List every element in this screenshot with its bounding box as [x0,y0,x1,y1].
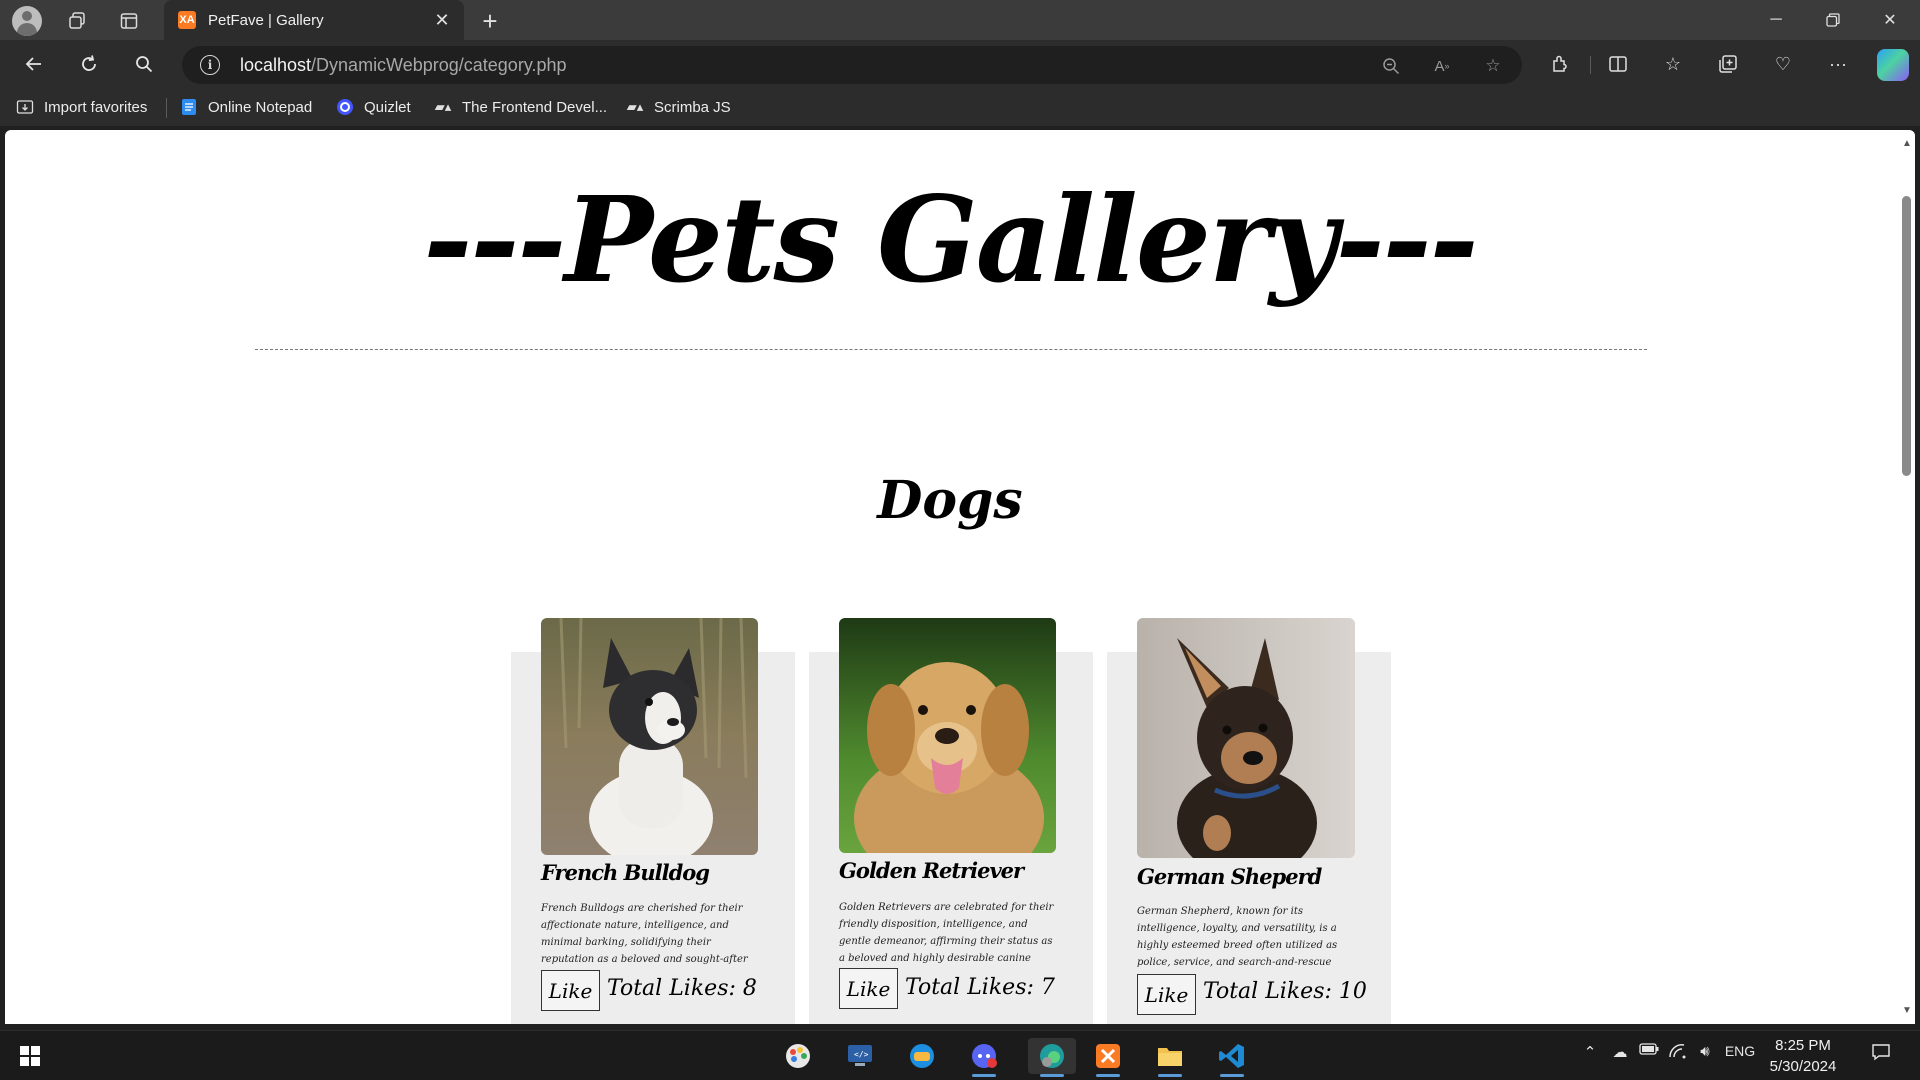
address-bar[interactable]: i localhost/DynamicWebprog/category.php … [182,46,1522,84]
profile-avatar[interactable] [12,6,42,36]
tab-actions-icon[interactable] [114,6,144,36]
favorites-icon[interactable]: ☆ [1657,48,1689,80]
navigation-bar: i localhost/DynamicWebprog/category.php … [0,40,1920,88]
favorite-online-notepad[interactable]: Online Notepad [180,96,312,118]
import-icon [16,98,34,116]
system-clock[interactable]: 8:25 PM 5/30/2024 [1758,1035,1848,1077]
favorite-scrimba-js[interactable]: ▰▴ Scrimba JS [626,96,731,118]
toolbar-divider [1590,56,1591,74]
discord-app-icon[interactable] [966,1038,1002,1077]
clock-date: 5/30/2024 [1769,1058,1837,1075]
pet-name: French Bulldog [541,860,710,885]
language-indicator[interactable]: ENG [1720,1043,1760,1059]
new-tab-button[interactable]: + [474,5,506,37]
url-text[interactable]: localhost/DynamicWebprog/category.php [240,55,567,76]
category-heading: Dogs [877,470,1023,531]
back-button[interactable] [18,48,50,80]
notifications-icon[interactable] [1866,1043,1896,1061]
svg-text:</>: </> [854,1050,869,1059]
like-button[interactable]: Like [839,968,898,1009]
xampp-favicon-icon: XA [178,11,196,29]
wifi-icon[interactable] [1664,1043,1690,1059]
running-indicator [1040,1074,1064,1077]
favorites-bar: Import favorites Online Notepad Quizlet … [0,88,1920,126]
clock-time: 8:25 PM [1775,1037,1831,1054]
favorite-star-icon[interactable]: ☆ [1480,53,1506,79]
browser-essentials-icon[interactable]: ♡ [1767,48,1799,80]
scroll-thumb[interactable] [1902,196,1911,476]
running-indicator [972,1074,996,1077]
running-indicator [1096,1074,1120,1077]
favorites-divider [166,98,167,118]
url-host: localhost [240,55,312,75]
favorite-frontend-developer[interactable]: ▰▴ The Frontend Devel... [434,96,607,118]
minimize-button[interactable]: ─ [1748,0,1804,40]
zoom-out-icon[interactable] [1378,53,1404,79]
favorite-label: Online Notepad [208,98,313,116]
site-info-icon[interactable]: i [200,55,220,75]
collections-icon[interactable] [1712,48,1744,80]
scroll-down-arrow-icon[interactable]: ▼ [1902,1005,1912,1016]
scrimba-icon: ▰▴ [434,99,452,114]
favorite-label: The Frontend Devel... [462,98,608,116]
browser-titlebar: XA PetFave | Gallery ✕ + ─ ✕ [0,0,1920,40]
restore-button[interactable] [1805,0,1861,40]
favorite-label: Import favorites [44,98,148,116]
url-path: /DynamicWebprog/category.php [311,55,567,75]
code-editor-app-icon[interactable]: </> [842,1038,878,1074]
quizlet-icon [336,98,354,116]
workspaces-icon[interactable] [62,6,92,36]
page-viewport: ---Pets Gallery--- Dogs French Bulldog F… [5,130,1915,1024]
notepad-icon [180,98,198,116]
scroll-up-arrow-icon[interactable]: ▲ [1902,138,1912,149]
close-window-button[interactable]: ✕ [1862,0,1918,40]
favorite-label: Quizlet [364,98,411,116]
vscode-app-icon[interactable] [1214,1038,1250,1077]
running-indicator [1220,1074,1244,1077]
french-bulldog-photo [541,618,758,855]
volume-icon[interactable]: 🔊︎ [1692,1043,1718,1060]
more-options-icon[interactable]: ··· [1822,48,1854,80]
like-button[interactable]: Like [541,970,600,1011]
search-icon[interactable] [128,48,160,80]
total-likes: Total Likes: 10 [1203,979,1367,1004]
messaging-app-icon[interactable] [904,1038,940,1074]
edge-app-icon[interactable] [1028,1038,1076,1077]
tab-title: PetFave | Gallery [208,11,324,29]
pet-name: German Sheperd [1137,864,1322,889]
copilot-icon[interactable] [1877,49,1909,81]
german-sheperd-photo [1137,618,1355,858]
extensions-icon[interactable] [1544,48,1576,80]
show-hidden-icons-chevron-icon[interactable]: ⌃ [1578,1043,1602,1061]
favorite-label: Scrimba JS [654,98,731,116]
favorite-quizlet[interactable]: Quizlet [336,96,411,118]
pet-name: Golden Retriever [839,858,1024,883]
file-explorer-app-icon[interactable] [1152,1038,1188,1077]
page-title: ---Pets Gallery--- [423,170,1478,309]
favorite-import[interactable]: Import favorites [16,96,147,118]
tab-close-icon[interactable]: ✕ [428,6,456,34]
title-divider [255,349,1647,350]
scrimba-icon: ▰▴ [626,99,644,114]
active-tab[interactable]: XA PetFave | Gallery ✕ [164,0,464,40]
page-scrollbar[interactable]: ▲ ▼ [1897,130,1915,1024]
xampp-app-icon[interactable] [1090,1038,1126,1077]
total-likes: Total Likes: 7 [905,975,1055,1000]
running-indicator [1158,1074,1182,1077]
read-aloud-icon[interactable]: A» [1429,53,1455,79]
start-button[interactable] [12,1038,48,1074]
split-screen-icon[interactable] [1602,48,1634,80]
golden-retriever-photo [839,618,1056,853]
onedrive-cloud-icon[interactable]: ☁ [1606,1043,1634,1061]
like-button[interactable]: Like [1137,974,1196,1015]
refresh-button[interactable] [73,48,105,80]
battery-icon[interactable] [1636,1043,1662,1055]
total-likes: Total Likes: 8 [607,976,757,1001]
paint-app-icon[interactable] [780,1038,816,1074]
windows-taskbar: </> ⌃ ☁ 🔊︎ ENG 8:25 PM 5/30/2024 [0,1030,1920,1080]
